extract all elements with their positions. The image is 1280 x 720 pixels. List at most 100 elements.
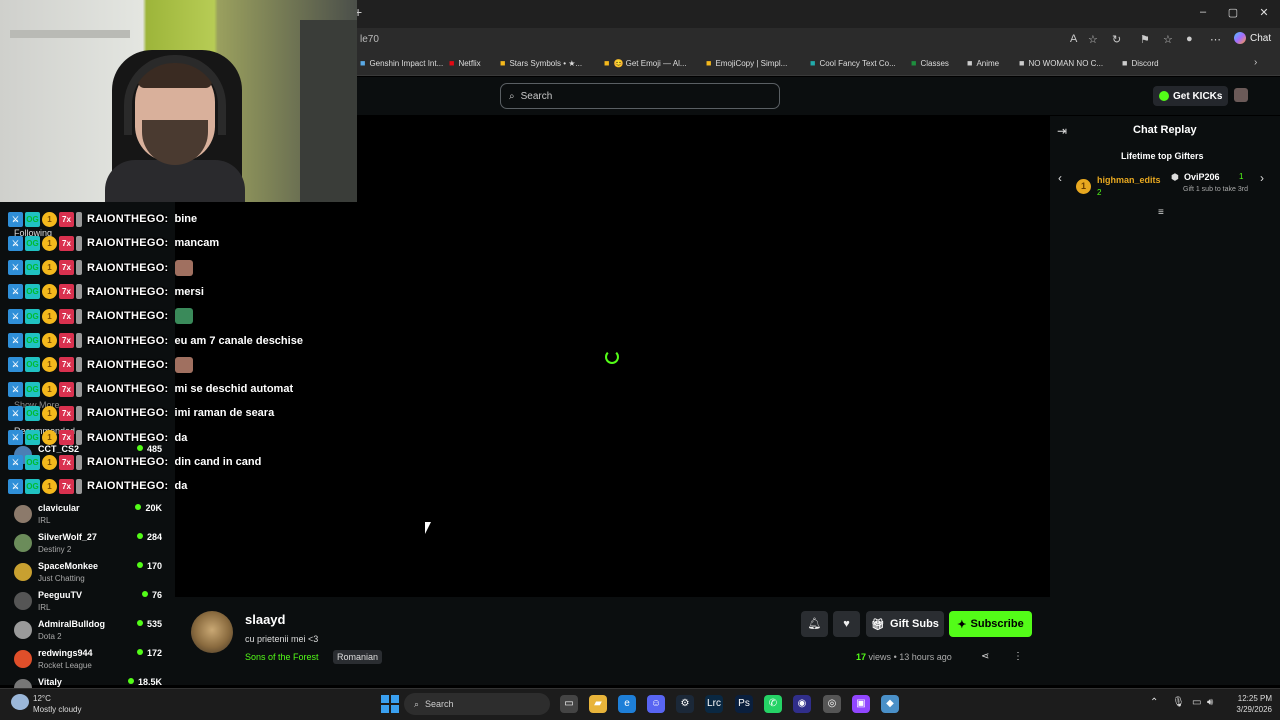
chat-message: ⚔ OG 1 7x RAIONTHEGO: mancam [8,233,219,253]
sidebar-channel-item[interactable]: redwings944 Rocket League 172 [12,647,168,675]
share-icon[interactable]: ⋖ [981,651,989,662]
bookmark-label: Classes [920,58,949,68]
favorite-star-icon[interactable]: ☆ [1088,33,1098,46]
chat-username[interactable]: RAIONTHEGO: [87,480,169,492]
bookmark-item[interactable]: ■ 😊 Get Emoji — Al... [604,58,687,68]
lightroom-icon[interactable]: Lrc [705,695,723,713]
bookmark-item[interactable]: ■ Stars Symbols • ★... [500,58,582,68]
bookmarks-overflow-chevron-icon[interactable]: › [1254,57,1257,68]
get-kicks-button[interactable]: Get KICKs [1153,86,1229,106]
close-window-button[interactable]: ✕ [1249,6,1279,19]
chat-username[interactable]: RAIONTHEGO: [87,432,169,444]
task-view-icon[interactable]: ▭ [560,695,578,713]
chat-username[interactable]: RAIONTHEGO: [87,383,169,395]
bookmark-label: Netflix [458,58,481,68]
bookmark-item[interactable]: ■ Genshin Impact Int... [360,58,443,68]
volume-icon[interactable]: 🔊︎ [1207,697,1213,708]
photoshop-icon[interactable]: Ps [735,695,753,713]
chat-text: mi se deschid automat [174,383,294,396]
start-button[interactable] [381,695,399,713]
game-link[interactable]: Sons of the Forest [245,652,319,662]
bookmark-item[interactable]: ■ Cool Fancy Text Co... [810,58,896,68]
extensions-icon[interactable]: ⚑ [1140,33,1150,46]
bar-badge-icon [76,430,82,446]
gift-icon: 🎁︎ [871,618,886,631]
bookmark-item[interactable]: ■ NO WOMAN NO C... [1019,58,1103,68]
channel-category: Dota 2 [38,632,62,641]
chat-text: da [174,431,188,444]
views-label: views [868,652,892,662]
sidebar-channel-item[interactable]: clavicular IRL 20K [12,502,168,530]
chat-panel [1050,116,1280,685]
subscriber-badge-icon: 1 [42,478,57,494]
expand-gifters-icon[interactable]: ≡ [1158,207,1164,218]
sidebar-channel-item[interactable]: SilverWolf_27 Destiny 2 284 [12,531,168,559]
weather-widget[interactable]: 12°C Mostly cloudy [33,693,81,715]
chat-username[interactable]: RAIONTHEGO: [87,456,169,468]
follow-heart-button[interactable]: ♥ [833,611,860,637]
chat-username[interactable]: RAIONTHEGO: [87,359,169,371]
sidebar-channel-item[interactable]: SpaceMonkee Just Chatting 170 [12,560,168,588]
file-explorer-icon[interactable]: ▰ [589,695,607,713]
gifter-badge-icon: 7x [59,284,74,300]
language-tag[interactable]: Romanian [333,650,383,664]
chat-message: ⚔ OG 1 7x RAIONTHEGO: mersi [8,282,204,302]
user-avatar[interactable] [1234,88,1248,102]
twitch-icon[interactable]: ▣ [852,695,870,713]
maximize-button[interactable]: ▢ [1218,6,1248,19]
read-aloud-icon[interactable]: A [1070,33,1077,45]
notification-bell-button[interactable]: 🔔︎ [801,611,828,637]
viewer-count: 18.5K [128,677,162,687]
more-options-icon[interactable]: ⋮ [1013,651,1023,662]
bookmark-item[interactable]: ■ Classes [911,58,949,68]
chrome-icon[interactable]: ◎ [823,695,841,713]
microphone-icon[interactable]: 🎙︎ [1172,697,1185,708]
subscriber-badge-icon: 1 [42,260,57,276]
copilot-icon [1234,32,1246,44]
gifters-prev-icon[interactable]: ‹ [1058,171,1062,185]
og-badge-icon: OG [25,478,40,494]
gifters-next-icon[interactable]: › [1260,171,1264,185]
favorites-icon[interactable]: ☆ [1163,33,1173,46]
discord-icon[interactable]: ☺ [647,695,665,713]
whatsapp-icon[interactable]: ✆ [764,695,782,713]
sidebar-channel-item[interactable]: PeeguuTV IRL 76 [12,589,168,617]
sidebar-channel-item[interactable]: AdmiralBulldog Dota 2 535 [12,618,168,646]
collapse-chat-icon[interactable]: ⇥ [1057,124,1067,138]
subscribe-button[interactable]: ✦ Subscribe [949,611,1032,637]
edge-icon[interactable]: e [618,695,636,713]
more-menu-icon[interactable]: ⋯ [1210,33,1221,46]
chat-username[interactable]: RAIONTHEGO: [87,310,169,322]
second-gifter-name[interactable]: OviP206 [1184,172,1220,182]
chat-username[interactable]: RAIONTHEGO: [87,237,169,249]
minimize-button[interactable]: – [1188,6,1218,18]
app-icon[interactable]: ◆ [881,695,899,713]
chat-username[interactable]: RAIONTHEGO: [87,286,169,298]
bookmark-item[interactable]: ■ Discord [1122,58,1159,68]
clock[interactable]: 12:25 PM 3/29/2026 [1224,693,1272,715]
chat-username[interactable]: RAIONTHEGO: [87,335,169,347]
refresh-icon[interactable]: ↻ [1112,33,1121,46]
bookmark-label: Anime [976,58,1000,68]
taskbar-search[interactable]: ⌕ Search [404,693,550,715]
streamer-name[interactable]: slaayd [245,612,285,627]
tray-overflow-icon[interactable]: ⌃ [1150,697,1158,708]
streamer-avatar[interactable] [191,611,233,653]
url-text[interactable]: le70 [360,34,379,45]
top-gifter-name[interactable]: highman_edits [1097,175,1161,185]
copilot-chat-button[interactable]: Chat [1234,32,1271,44]
bookmark-item[interactable]: ■ Anime [967,58,999,68]
chat-message: ⚔ OG 1 7x RAIONTHEGO: din cand in cand [8,452,261,472]
chat-username[interactable]: RAIONTHEGO: [87,213,169,225]
display-icon[interactable]: ▭ [1192,697,1201,708]
moderator-badge-icon: ⚔ [8,211,23,227]
site-search-input[interactable]: ⌕ Search [500,83,780,109]
steam-icon[interactable]: ⚙ [676,695,694,713]
bookmark-item[interactable]: ■ EmojiCopy | Simpl... [706,58,787,68]
gift-subs-button[interactable]: 🎁︎ Gift Subs [866,611,944,637]
chat-username[interactable]: RAIONTHEGO: [87,262,169,274]
chat-username[interactable]: RAIONTHEGO: [87,407,169,419]
obs-icon[interactable]: ◉ [793,695,811,713]
profile-avatar-icon[interactable]: ● [1186,33,1193,45]
bookmark-item[interactable]: ■ Netflix [449,58,481,68]
